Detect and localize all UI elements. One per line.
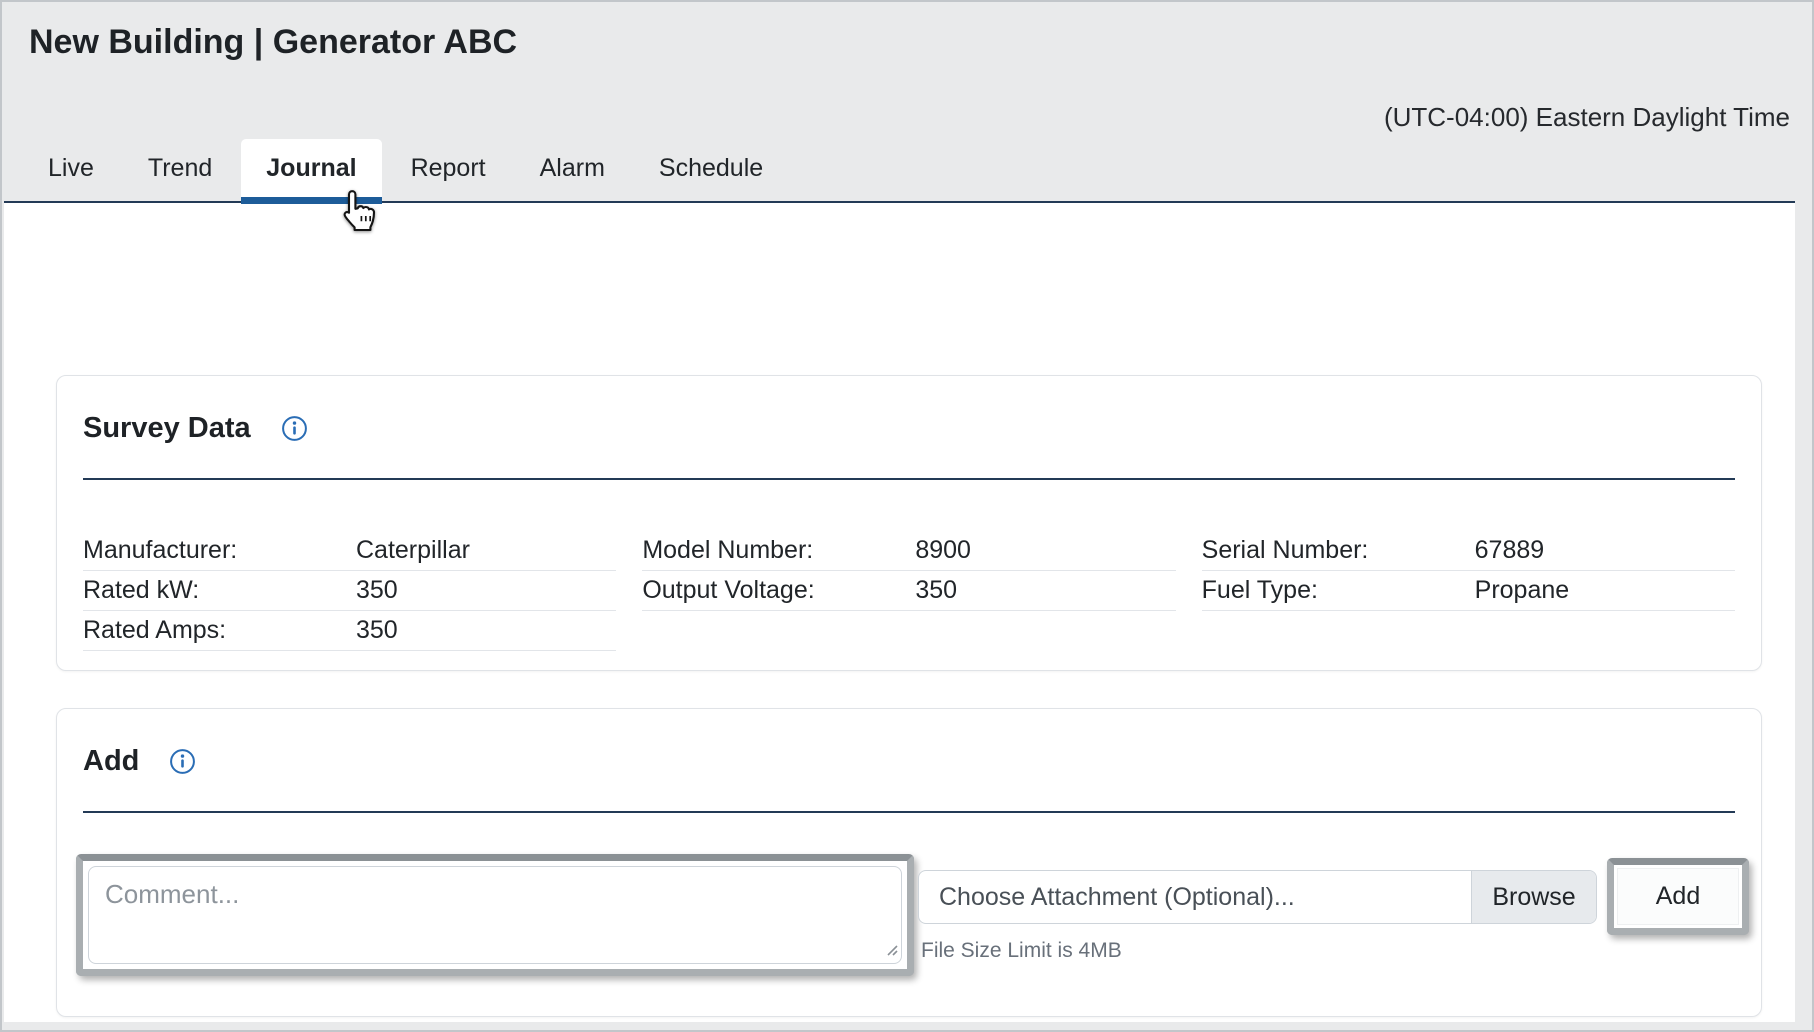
field-label: Model Number: bbox=[642, 536, 915, 565]
app-window: Survey Data Manufacturer: Caterpillar bbox=[0, 0, 1814, 1032]
section-divider bbox=[83, 811, 1735, 813]
tab-live[interactable]: Live bbox=[48, 139, 94, 201]
field-row: Rated kW: 350 bbox=[83, 571, 616, 611]
field-label: Rated Amps: bbox=[83, 616, 356, 645]
page-header: New Building | Generator ABC (UTC-04:00)… bbox=[2, 2, 1812, 201]
field-row: Manufacturer: Caterpillar bbox=[83, 531, 616, 571]
survey-card-header: Survey Data bbox=[57, 376, 1761, 446]
add-card-header: Add bbox=[57, 709, 1761, 779]
field-row: Output Voltage: 350 bbox=[642, 571, 1175, 611]
info-icon[interactable] bbox=[169, 748, 196, 775]
tab-report[interactable]: Report bbox=[411, 139, 486, 201]
field-value: 350 bbox=[356, 616, 616, 645]
field-value: 350 bbox=[356, 576, 616, 605]
page-title: New Building | Generator ABC bbox=[29, 22, 517, 62]
field-row: Serial Number: 67889 bbox=[1202, 531, 1735, 571]
field-label: Rated kW: bbox=[83, 576, 356, 605]
survey-column-3: Serial Number: 67889 Fuel Type: Propane bbox=[1202, 531, 1735, 651]
field-label: Serial Number: bbox=[1202, 536, 1475, 565]
field-row: Fuel Type: Propane bbox=[1202, 571, 1735, 611]
field-value: Caterpillar bbox=[356, 536, 616, 565]
field-row: Model Number: 8900 bbox=[642, 531, 1175, 571]
tab-journal[interactable]: Journal bbox=[241, 139, 381, 201]
field-value: 350 bbox=[915, 576, 1175, 605]
add-button[interactable]: Add bbox=[1617, 868, 1739, 925]
field-row: Rated Amps: 350 bbox=[83, 611, 616, 651]
browse-button[interactable]: Browse bbox=[1471, 871, 1596, 923]
field-label: Manufacturer: bbox=[83, 536, 356, 565]
tab-trend[interactable]: Trend bbox=[148, 139, 212, 201]
attachment-placeholder-text: Choose Attachment (Optional)... bbox=[919, 871, 1471, 923]
field-value: Propane bbox=[1475, 576, 1735, 605]
comment-input[interactable] bbox=[88, 866, 902, 964]
survey-data-card: Survey Data Manufacturer: Caterpillar bbox=[56, 375, 1762, 671]
survey-fields-grid: Manufacturer: Caterpillar Rated kW: 350 … bbox=[57, 480, 1761, 651]
tab-bar: Live Trend Journal Report Alarm Schedule bbox=[21, 139, 790, 201]
comment-highlight-frame bbox=[76, 854, 914, 976]
file-size-hint: File Size Limit is 4MB bbox=[921, 939, 1122, 963]
survey-column-2: Model Number: 8900 Output Voltage: 350 bbox=[642, 531, 1175, 651]
field-label: Fuel Type: bbox=[1202, 576, 1475, 605]
add-button-highlight-frame: Add bbox=[1607, 858, 1749, 935]
survey-column-1: Manufacturer: Caterpillar Rated kW: 350 … bbox=[83, 531, 616, 651]
field-value: 8900 bbox=[915, 536, 1175, 565]
timezone-label: (UTC-04:00) Eastern Daylight Time bbox=[1384, 102, 1790, 133]
survey-card-title: Survey Data bbox=[83, 410, 251, 446]
field-value: 67889 bbox=[1475, 536, 1735, 565]
tab-alarm[interactable]: Alarm bbox=[540, 139, 605, 201]
tab-content-panel: Survey Data Manufacturer: Caterpillar bbox=[4, 201, 1795, 1022]
info-icon[interactable] bbox=[281, 415, 308, 442]
add-card-title: Add bbox=[83, 743, 139, 779]
field-label: Output Voltage: bbox=[642, 576, 915, 605]
add-journal-entry-card: Add Choose Att bbox=[56, 708, 1762, 1017]
tab-schedule[interactable]: Schedule bbox=[659, 139, 763, 201]
attachment-file-input[interactable]: Choose Attachment (Optional)... Browse bbox=[918, 870, 1597, 924]
